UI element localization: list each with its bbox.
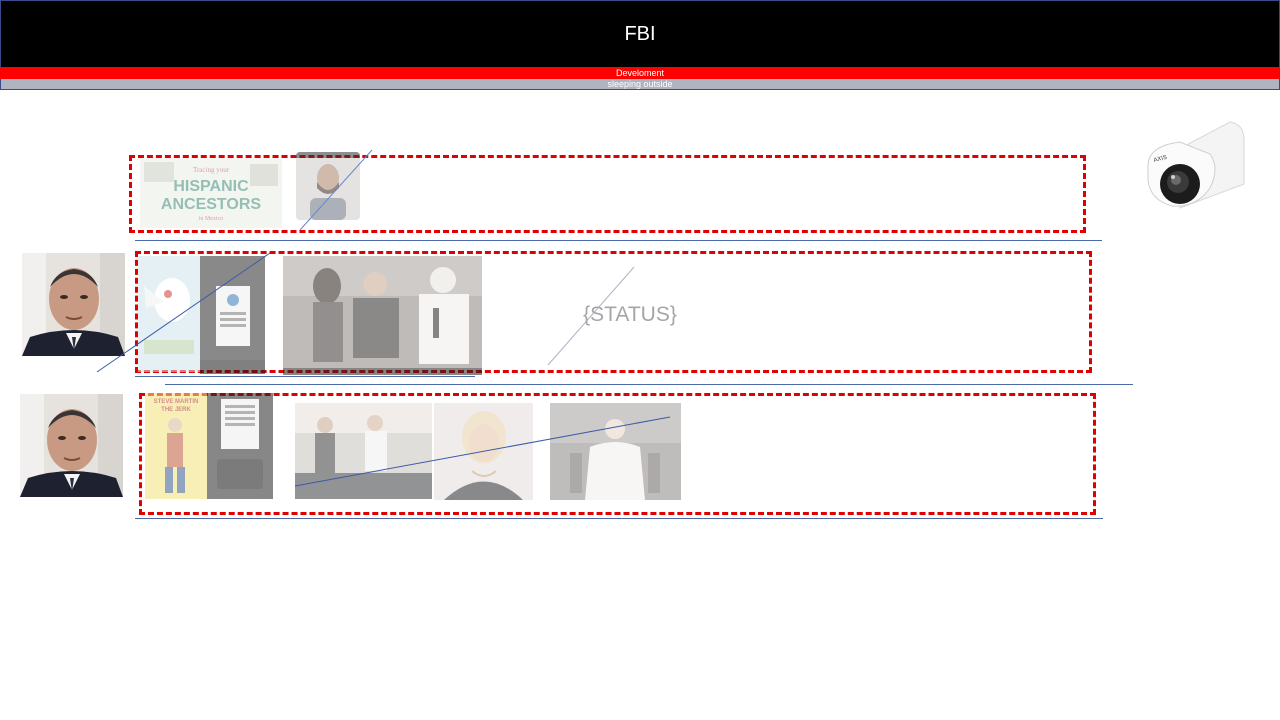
slide: FBI Develoment sleeping outside Tracing … bbox=[0, 0, 1280, 720]
connector-lines bbox=[96, 149, 671, 487]
connector-line-4 bbox=[299, 149, 373, 231]
connector-line-3 bbox=[294, 416, 671, 487]
status-placeholder: {STATUS} bbox=[583, 303, 677, 326]
connector-line-1 bbox=[96, 252, 271, 373]
security-camera-icon: AXIS bbox=[1140, 118, 1250, 218]
